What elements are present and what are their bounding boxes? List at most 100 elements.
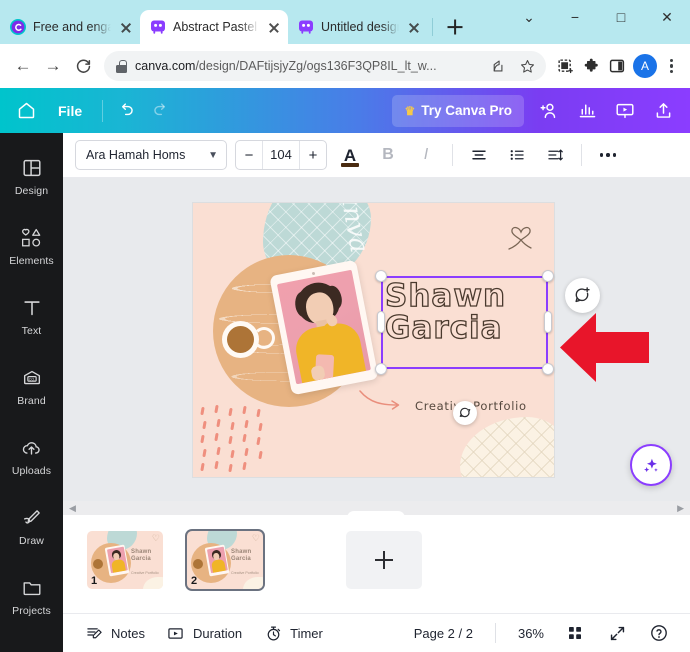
resize-handle-bottom-left[interactable] [375,363,387,375]
chevron-left-icon[interactable]: ◀ [69,503,76,514]
font-family-select[interactable]: Ara Hamah Homs ▼ [75,140,227,170]
sidebar-item-elements-label: Elements [9,254,54,267]
bullet-list-button[interactable] [502,140,532,170]
file-menu-button[interactable]: File [44,103,96,119]
page-thumbnail-1[interactable]: Shawn Garcia Creative Portfolio ♡ 1 [87,531,163,589]
zoom-level[interactable]: 36% [510,619,552,647]
minimize-icon: − [570,9,580,25]
browser-tab-3[interactable]: Untitled design [288,10,428,44]
sidebar-item-text[interactable]: Text [0,281,63,351]
resize-handle-right[interactable] [544,311,552,333]
timer-label: Timer [290,625,323,641]
notes-button[interactable]: Notes [75,619,153,647]
browser-tab-1[interactable]: Free and engag [0,10,140,44]
tab-search-button[interactable]: ⌄ [506,0,552,34]
chevron-right-icon[interactable]: ▶ [677,503,684,514]
help-icon [648,622,670,644]
italic-button[interactable]: I [411,140,441,170]
add-comment-button[interactable] [565,278,600,313]
extensions-puzzle-icon[interactable] [578,53,604,79]
analytics-button[interactable] [568,92,606,130]
chevron-down-icon: ⌄ [523,9,535,25]
browser-tab-1-title: Free and engag [33,20,111,34]
thumb-title-line1: Shawn [231,549,252,555]
text-color-button[interactable]: A [335,140,365,170]
present-icon [616,103,634,118]
url-text: canva.com/design/DAFtijsjyZg/ogs136F3QP8… [135,59,478,73]
analytics-icon [579,104,595,118]
resize-handle-top-right[interactable] [542,270,554,282]
sidebar-item-brand[interactable]: CO. Brand [0,351,63,421]
browser-tab-2[interactable]: Abstract Pastel [140,10,288,44]
timer-icon [262,622,284,644]
side-panel-icon[interactable] [604,53,630,79]
profile-avatar[interactable]: A [633,54,657,78]
font-size-increase-button[interactable]: + [300,141,326,169]
page-indicator: Page 2 / 2 [413,625,473,641]
pages-strip: Shawn Garcia Creative Portfolio ♡ 1 Shawn… [63,515,690,613]
tab-separator [432,18,433,36]
add-collaborator-button[interactable] [530,92,568,130]
browser-tab-3-title: Untitled design [321,20,399,34]
font-size-stepper: − 104 + [235,140,327,170]
page-thumbnail-2[interactable]: Shawn Garcia Creative Portfolio ♡ 2 [187,531,263,589]
home-button[interactable] [8,93,44,129]
arrow-left-icon: ← [14,56,32,75]
sidebar-item-text-label: Text [21,324,42,337]
sidebar-item-design[interactable]: Design [0,141,63,211]
magic-studio-button[interactable] [630,444,672,486]
close-window-button[interactable]: ✕ [644,0,690,34]
undo-button[interactable] [109,94,143,128]
duration-button[interactable]: Duration [157,619,250,647]
browser-tab-bar: Free and engag Abstract Pastel [0,0,690,44]
thumb-cup-shape [93,559,103,569]
more-options-button[interactable] [593,140,623,170]
resize-handle-bottom-right[interactable] [542,363,554,375]
design-title-line1: Shawn [384,278,507,314]
fullscreen-button[interactable] [598,619,636,647]
reader-mode-icon[interactable] [552,53,578,79]
reload-icon [76,59,90,73]
sidebar-item-projects[interactable]: Projects [0,561,63,631]
forward-button[interactable]: → [38,51,68,81]
close-icon[interactable] [406,19,422,35]
design-title-text[interactable]: Shawn Garcia [384,278,545,345]
timer-button[interactable]: Timer [254,619,331,647]
resize-handle-top-left[interactable] [375,270,387,282]
address-bar[interactable]: canva.com/design/DAFtijsjyZg/ogs136F3QP8… [104,51,546,81]
sidebar-item-draw[interactable]: Draw [0,491,63,561]
share-upload-button[interactable] [644,92,682,130]
minimize-button[interactable]: − [552,0,598,34]
line-spacing-button[interactable] [540,140,570,170]
close-icon[interactable] [266,19,282,35]
reload-button[interactable] [68,51,98,81]
page-thumbnail-2-number: 2 [191,575,198,587]
help-button[interactable] [640,619,678,647]
grid-view-button[interactable] [556,619,594,647]
dot-pattern-shape [199,404,273,473]
text-align-button[interactable] [464,140,494,170]
font-family-value: Ara Hamah Homs [86,148,186,162]
design-canvas[interactable]: Canva Shawn Garcia Creative Portfolio [193,203,554,477]
font-size-input[interactable]: 104 [262,141,300,169]
resize-handle-left[interactable] [377,311,385,333]
close-icon[interactable] [118,19,134,35]
text-t-icon [21,296,43,320]
bold-button[interactable]: B [373,140,403,170]
sidebar-item-uploads[interactable]: Uploads [0,421,63,491]
thumb-heart-icon: ♡ [151,533,160,543]
back-button[interactable]: ← [8,51,38,81]
draw-pen-icon [21,506,43,530]
present-button[interactable] [606,92,644,130]
font-size-decrease-button[interactable]: − [236,141,262,169]
browser-menu-button[interactable] [660,55,682,77]
add-page-button[interactable] [346,531,422,589]
sidebar-item-elements[interactable]: Elements [0,211,63,281]
star-icon[interactable] [516,55,538,77]
new-tab-button[interactable] [441,13,469,41]
share-icon[interactable] [486,55,508,77]
redo-button[interactable] [143,94,177,128]
maximize-button[interactable]: □ [598,0,644,34]
rotate-handle-button[interactable] [453,401,477,425]
try-canva-pro-button[interactable]: ♛ Try Canva Pro [392,94,524,127]
